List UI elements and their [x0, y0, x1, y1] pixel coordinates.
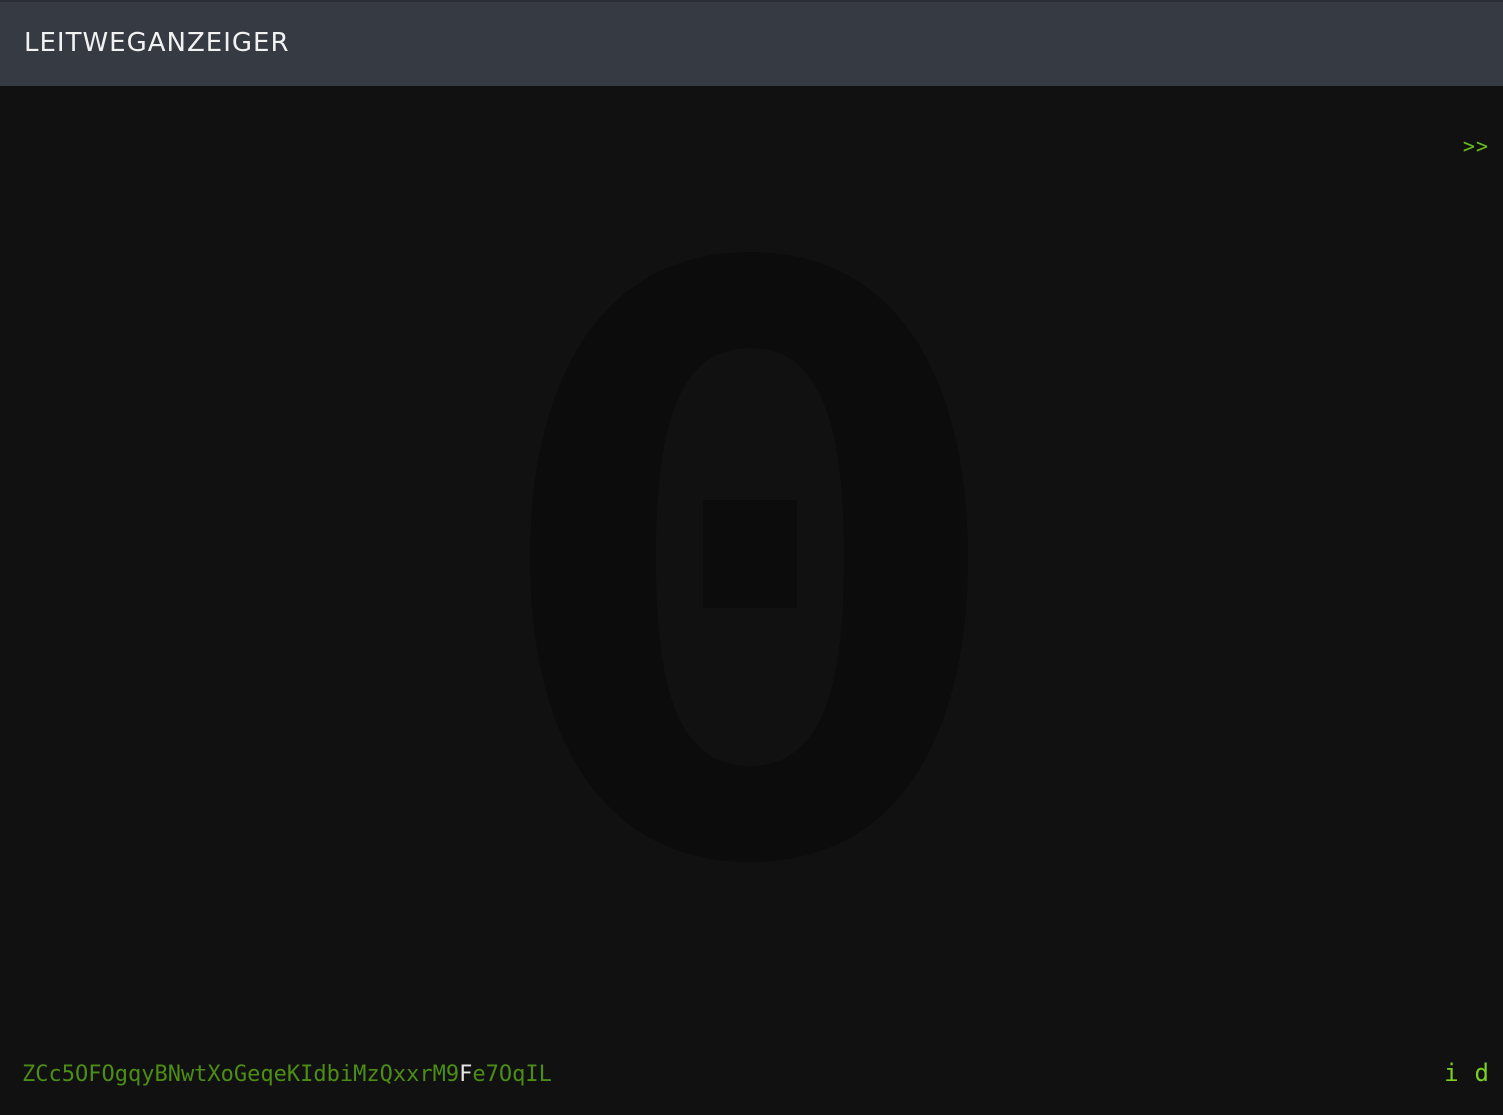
next-button[interactable]: >>	[1463, 134, 1489, 158]
route-code-suffix: e7OqIL	[472, 1062, 552, 1087]
app-title: LEITWEGANZEIGER	[24, 28, 290, 58]
footer-actions: i d	[1444, 1058, 1489, 1088]
display-character-glyph	[530, 252, 968, 862]
d-button[interactable]: d	[1475, 1058, 1489, 1088]
display-area: >> ZCc5OFOgqyBNwtXoGeqeKIdbiMzQxxrM9Fe7O…	[0, 86, 1503, 1115]
route-code-prefix: ZCc5OFOgqyBNwtXoGeqeKIdbiMzQxxrM9	[22, 1062, 460, 1087]
route-code-highlight: F	[459, 1062, 473, 1087]
app-header: LEITWEGANZEIGER	[0, 0, 1503, 86]
info-button[interactable]: i	[1444, 1058, 1458, 1088]
display-character	[530, 252, 970, 864]
route-code: ZCc5OFOgqyBNwtXoGeqeKIdbiMzQxxrM9Fe7OqIL	[22, 1061, 552, 1089]
